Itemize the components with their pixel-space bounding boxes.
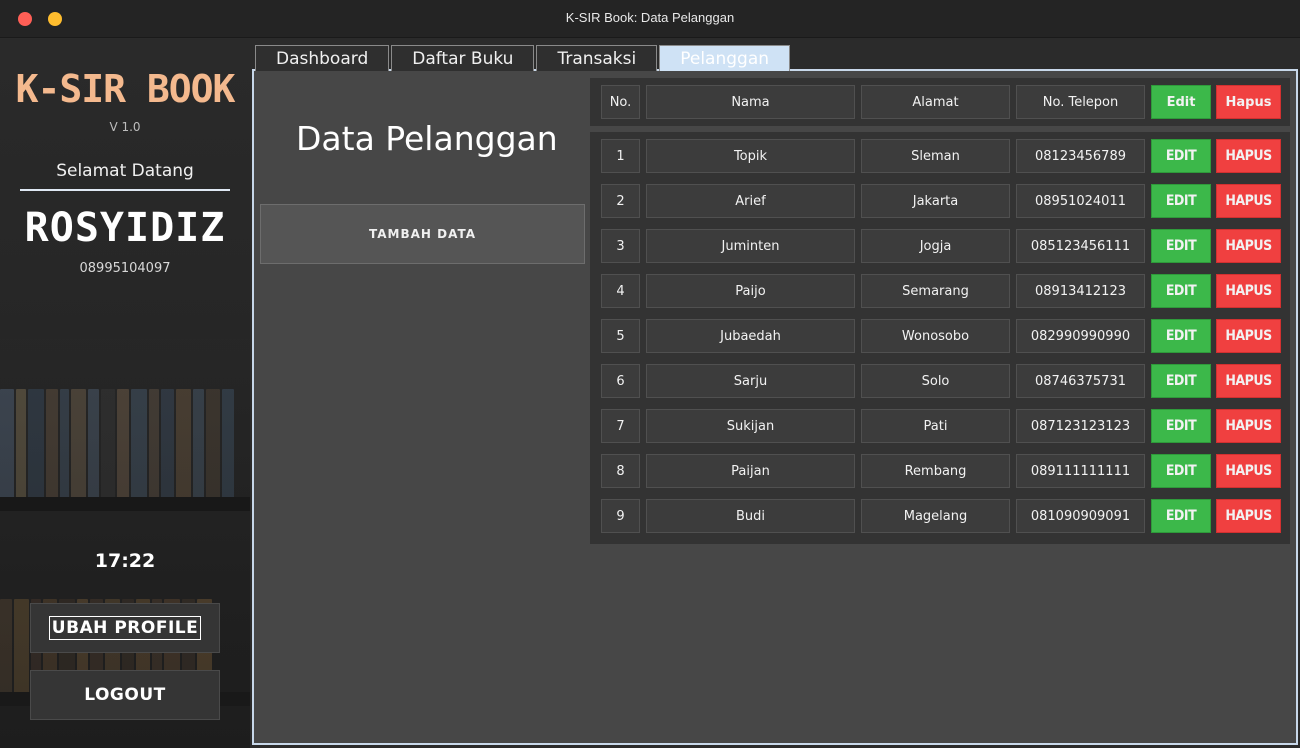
row-nama: Sarju xyxy=(646,364,855,398)
change-profile-label: UBAH PROFILE xyxy=(48,616,202,640)
row-nama: Budi xyxy=(646,499,855,533)
header-nama: Nama xyxy=(646,85,855,119)
sidebar: K-SIR BOOK V 1.0 Selamat Datang ROSYIDIZ… xyxy=(0,39,250,748)
row-no: 6 xyxy=(601,364,640,398)
row-alamat: Magelang xyxy=(861,499,1010,533)
add-data-button[interactable]: TAMBAH DATA xyxy=(260,204,585,264)
row-no: 3 xyxy=(601,229,640,263)
row-telepon: 081090909091 xyxy=(1016,499,1145,533)
table-body: 1 Topik Sleman 08123456789 EDIT HAPUS 2 … xyxy=(590,132,1290,544)
header-alamat: Alamat xyxy=(861,85,1010,119)
edit-button[interactable]: EDIT xyxy=(1151,139,1211,173)
row-telepon: 082990990990 xyxy=(1016,319,1145,353)
table-row: 7 Sukijan Pati 087123123123 EDIT HAPUS xyxy=(590,409,1290,443)
delete-button[interactable]: HAPUS xyxy=(1216,184,1281,218)
header-no: No. xyxy=(601,85,640,119)
row-alamat: Jakarta xyxy=(861,184,1010,218)
delete-button[interactable]: HAPUS xyxy=(1216,319,1281,353)
page-title: Data Pelanggan xyxy=(296,119,558,158)
row-no: 4 xyxy=(601,274,640,308)
window-title: K-SIR Book: Data Pelanggan xyxy=(565,10,735,25)
user-phone-label: 08995104097 xyxy=(79,261,171,276)
row-telepon: 087123123123 xyxy=(1016,409,1145,443)
row-nama: Paijo xyxy=(646,274,855,308)
tab-bar: Dashboard Daftar Buku Transaksi Pelangga… xyxy=(255,45,792,71)
table-row: 2 Arief Jakarta 08951024011 EDIT HAPUS xyxy=(590,184,1290,218)
edit-button[interactable]: EDIT xyxy=(1151,184,1211,218)
delete-button[interactable]: HAPUS xyxy=(1216,499,1281,533)
row-no: 1 xyxy=(601,139,640,173)
row-telepon: 08746375731 xyxy=(1016,364,1145,398)
row-telepon: 089111111111 xyxy=(1016,454,1145,488)
row-alamat: Rembang xyxy=(861,454,1010,488)
table-row: 3 Juminten Jogja 085123456111 EDIT HAPUS xyxy=(590,229,1290,263)
edit-button[interactable]: EDIT xyxy=(1151,454,1211,488)
header-hapus: Hapus xyxy=(1216,85,1281,119)
row-no: 2 xyxy=(601,184,640,218)
table-row: 6 Sarju Solo 08746375731 EDIT HAPUS xyxy=(590,364,1290,398)
edit-button[interactable]: EDIT xyxy=(1151,364,1211,398)
tab-pelanggan[interactable]: Pelanggan xyxy=(659,45,791,71)
change-profile-button[interactable]: UBAH PROFILE xyxy=(30,603,220,653)
row-nama: Paijan xyxy=(646,454,855,488)
edit-button[interactable]: EDIT xyxy=(1151,409,1211,443)
row-alamat: Jogja xyxy=(861,229,1010,263)
app-version: V 1.0 xyxy=(109,120,141,134)
row-alamat: Semarang xyxy=(861,274,1010,308)
header-telepon: No. Telepon xyxy=(1016,85,1145,119)
row-telepon: 08951024011 xyxy=(1016,184,1145,218)
edit-button[interactable]: EDIT xyxy=(1151,229,1211,263)
row-nama: Jubaedah xyxy=(646,319,855,353)
delete-button[interactable]: HAPUS xyxy=(1216,409,1281,443)
row-nama: Arief xyxy=(646,184,855,218)
app-brand-logo: K-SIR BOOK xyxy=(15,67,236,111)
delete-button[interactable]: HAPUS xyxy=(1216,139,1281,173)
row-no: 5 xyxy=(601,319,640,353)
title-bar: K-SIR Book: Data Pelanggan xyxy=(0,0,1300,38)
delete-button[interactable]: HAPUS xyxy=(1216,364,1281,398)
clock-label: 17:22 xyxy=(94,550,156,572)
table-header-row: No. Nama Alamat No. Telepon Edit Hapus xyxy=(590,78,1290,126)
row-nama: Juminten xyxy=(646,229,855,263)
delete-button[interactable]: HAPUS xyxy=(1216,229,1281,263)
table-row: 5 Jubaedah Wonosobo 082990990990 EDIT HA… xyxy=(590,319,1290,353)
row-alamat: Sleman xyxy=(861,139,1010,173)
row-no: 8 xyxy=(601,454,640,488)
row-alamat: Wonosobo xyxy=(861,319,1010,353)
row-alamat: Pati xyxy=(861,409,1010,443)
username-label: ROSYIDIZ xyxy=(24,205,226,251)
tab-daftar-buku[interactable]: Daftar Buku xyxy=(391,45,535,71)
edit-button[interactable]: EDIT xyxy=(1151,319,1211,353)
row-no: 9 xyxy=(601,499,640,533)
delete-button[interactable]: HAPUS xyxy=(1216,454,1281,488)
delete-button[interactable]: HAPUS xyxy=(1216,274,1281,308)
row-alamat: Solo xyxy=(861,364,1010,398)
row-no: 7 xyxy=(601,409,640,443)
tab-dashboard[interactable]: Dashboard xyxy=(255,45,390,71)
table-row: 1 Topik Sleman 08123456789 EDIT HAPUS xyxy=(590,139,1290,173)
logout-button[interactable]: LOGOUT xyxy=(30,670,220,720)
row-nama: Sukijan xyxy=(646,409,855,443)
row-telepon: 08123456789 xyxy=(1016,139,1145,173)
welcome-label: Selamat Datang xyxy=(20,161,230,191)
edit-button[interactable]: EDIT xyxy=(1151,499,1211,533)
table-row: 9 Budi Magelang 081090909091 EDIT HAPUS xyxy=(590,499,1290,533)
table-row: 4 Paijo Semarang 08913412123 EDIT HAPUS xyxy=(590,274,1290,308)
header-edit: Edit xyxy=(1151,85,1211,119)
row-telepon: 08913412123 xyxy=(1016,274,1145,308)
main-panel: Data Pelanggan TAMBAH DATA No. Nama Alam… xyxy=(252,69,1298,745)
table-row: 8 Paijan Rembang 089111111111 EDIT HAPUS xyxy=(590,454,1290,488)
edit-button[interactable]: EDIT xyxy=(1151,274,1211,308)
row-telepon: 085123456111 xyxy=(1016,229,1145,263)
tab-transaksi[interactable]: Transaksi xyxy=(536,45,658,71)
row-nama: Topik xyxy=(646,139,855,173)
